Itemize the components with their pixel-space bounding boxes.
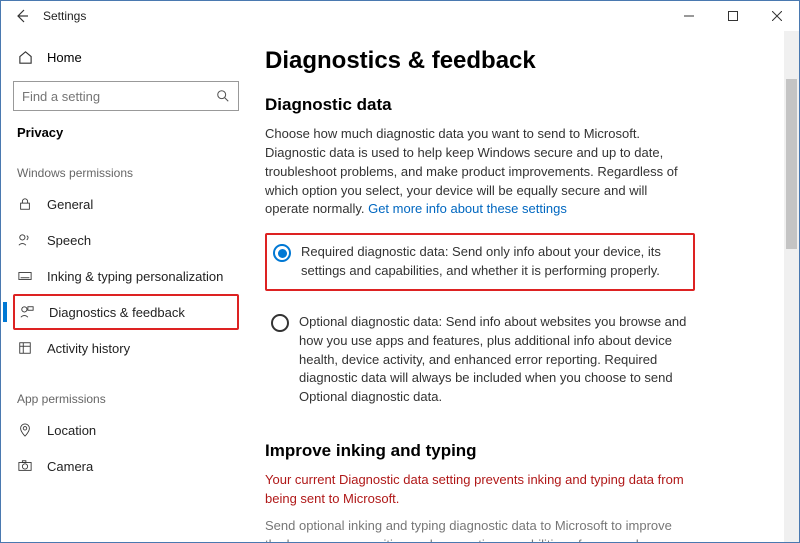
diagnostic-description: Choose how much diagnostic data you want… bbox=[265, 125, 685, 219]
home-button[interactable]: Home bbox=[13, 39, 239, 75]
content-scrollbar[interactable] bbox=[784, 31, 799, 542]
sidebar-section-title: Privacy bbox=[13, 125, 239, 140]
radio-optional-diagnostic[interactable]: Optional diagnostic data: Send info abou… bbox=[265, 305, 695, 415]
back-button[interactable] bbox=[7, 1, 37, 31]
sidebar-item-label: Activity history bbox=[47, 341, 130, 356]
home-label: Home bbox=[47, 50, 82, 65]
sidebar-item-label: Location bbox=[47, 423, 96, 438]
sidebar-item-camera[interactable]: Camera bbox=[13, 448, 239, 484]
sidebar-item-location[interactable]: Location bbox=[13, 412, 239, 448]
minimize-button[interactable] bbox=[667, 1, 711, 31]
sidebar-item-diagnostics[interactable]: Diagnostics & feedback bbox=[13, 294, 239, 330]
more-info-link[interactable]: Get more info about these settings bbox=[368, 201, 567, 216]
section-title-diagnostic: Diagnostic data bbox=[265, 95, 779, 115]
inking-description: Send optional inking and typing diagnost… bbox=[265, 517, 685, 542]
radio-required-label: Required diagnostic data: Send only info… bbox=[301, 243, 687, 281]
scrollbar-thumb[interactable] bbox=[786, 79, 797, 249]
radio-required-diagnostic[interactable]: Required diagnostic data: Send only info… bbox=[265, 233, 695, 291]
maximize-button[interactable] bbox=[711, 1, 755, 31]
search-icon bbox=[216, 89, 230, 103]
camera-icon bbox=[17, 459, 33, 473]
sidebar-item-speech[interactable]: Speech bbox=[13, 222, 239, 258]
section-title-inking: Improve inking and typing bbox=[265, 441, 779, 461]
sidebar-item-general[interactable]: General bbox=[13, 186, 239, 222]
speech-icon bbox=[17, 233, 33, 247]
search-field[interactable] bbox=[22, 89, 202, 104]
content-pane: Diagnostics & feedback Diagnostic data C… bbox=[251, 31, 799, 542]
sidebar-item-label: Inking & typing personalization bbox=[47, 269, 223, 284]
activity-icon bbox=[17, 341, 33, 355]
window-controls bbox=[667, 1, 799, 31]
radio-button-icon bbox=[271, 314, 289, 332]
home-icon bbox=[17, 50, 33, 65]
close-button[interactable] bbox=[755, 1, 799, 31]
sidebar-item-inking[interactable]: Inking & typing personalization bbox=[13, 258, 239, 294]
lock-icon bbox=[17, 197, 33, 211]
titlebar: Settings bbox=[1, 1, 799, 31]
search-input[interactable] bbox=[13, 81, 239, 111]
feedback-icon bbox=[19, 305, 35, 319]
sidebar-group-app: App permissions bbox=[13, 392, 239, 406]
window-title: Settings bbox=[37, 9, 86, 23]
keyboard-icon bbox=[17, 269, 33, 283]
sidebar-item-label: Speech bbox=[47, 233, 91, 248]
radio-button-icon bbox=[273, 244, 291, 262]
page-title: Diagnostics & feedback bbox=[265, 47, 779, 75]
radio-optional-label: Optional diagnostic data: Send info abou… bbox=[299, 313, 689, 407]
sidebar-item-label: Camera bbox=[47, 459, 93, 474]
sidebar-group-windows: Windows permissions bbox=[13, 166, 239, 180]
sidebar: Home Privacy Windows permissions General… bbox=[1, 31, 251, 542]
sidebar-item-activity[interactable]: Activity history bbox=[13, 330, 239, 366]
location-icon bbox=[17, 423, 33, 437]
sidebar-item-label: Diagnostics & feedback bbox=[49, 305, 185, 320]
sidebar-item-label: General bbox=[47, 197, 93, 212]
inking-warning: Your current Diagnostic data setting pre… bbox=[265, 471, 685, 509]
